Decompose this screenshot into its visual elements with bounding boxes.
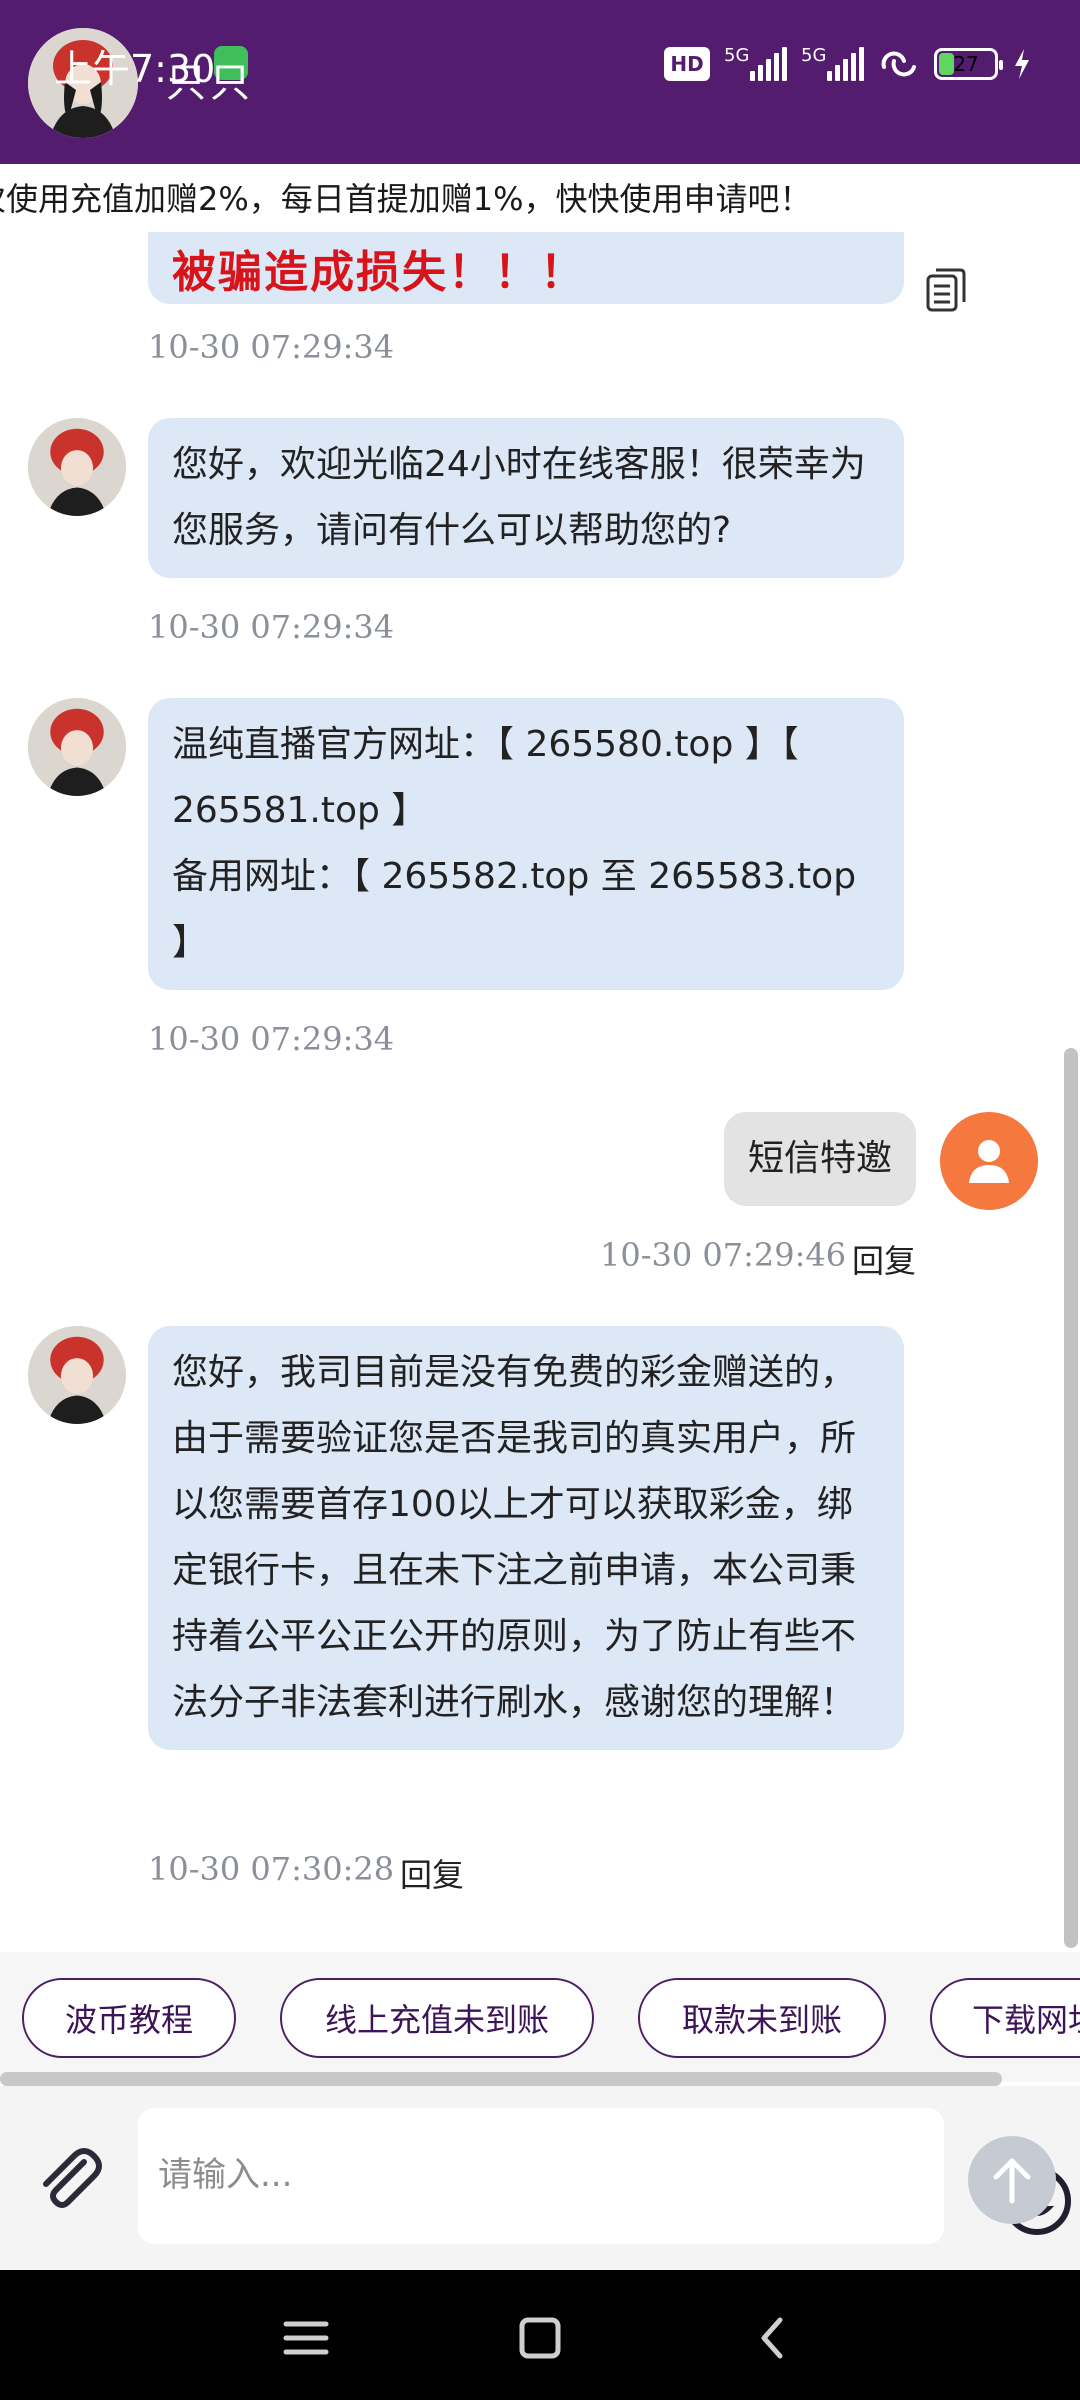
reply-button[interactable]: 回复 — [400, 1850, 464, 1896]
send-button[interactable] — [968, 2136, 1056, 2224]
user-message-bubble: 短信特邀 — [723, 1112, 916, 1206]
chat-scrollbar[interactable] — [1064, 1048, 1078, 1948]
chat-header: 上午7:30 只只 HD 5G 5G 27 — [0, 0, 1080, 164]
message-timestamp: 10-30 07:29:34 — [148, 328, 395, 366]
paperclip-icon[interactable] — [32, 2142, 106, 2216]
agent-avatar-small[interactable] — [28, 1326, 126, 1424]
battery-level: 27 — [953, 52, 979, 76]
message-bubble-links: 温纯直播官方网址：【 265580.top 】【 265581.top 】 备用… — [148, 698, 904, 990]
signal-icon-1: 5G — [724, 45, 787, 81]
copy-icon[interactable] — [924, 266, 968, 314]
hd-icon: HD — [664, 47, 710, 81]
announcement-marquee: 次使用充值加赠2%，每日首提加赠1%，快快使用申请吧！ — [0, 164, 1080, 232]
message-input-container — [138, 2108, 1071, 2244]
backup-url-text[interactable]: 备用网址：【 265582.top 至 265583.top 】 — [172, 844, 880, 976]
network-type-2: 5G — [801, 45, 827, 66]
quick-reply-chip[interactable]: 取款未到账 — [638, 1978, 886, 2058]
message-list[interactable]: 被骗造成损失！！！ 10-30 07:29:34 您好，欢迎光临24小时在线客服… — [0, 232, 1080, 1952]
message-text: 您好，欢迎光临24小时在线客服！很荣幸为您服务，请问有什么可以帮助您的? — [172, 444, 866, 551]
status-icons: HD 5G 5G 27 — [664, 44, 1032, 84]
message-timestamp: 10-30 07:29:34 — [148, 608, 395, 646]
message-bubble: 您好，欢迎光临24小时在线客服！很荣幸为您服务，请问有什么可以帮助您的? — [148, 418, 904, 578]
signal-icon-2: 5G — [801, 45, 864, 81]
official-url-text[interactable]: 温纯直播官方网址：【 265580.top 】【 265581.top 】 — [172, 712, 880, 844]
link-icon — [881, 51, 916, 77]
quick-reply-chip[interactable]: 下载网址 — [930, 1978, 1080, 2058]
user-avatar[interactable] — [940, 1112, 1038, 1210]
quick-reply-chip[interactable]: 线上充值未到账 — [280, 1978, 594, 2058]
agent-avatar-small[interactable] — [28, 698, 126, 796]
message-bubble: 您好，我司目前是没有免费的彩金赠送的，由于需要验证您是否是我司的真实用户，所以您… — [148, 1326, 904, 1750]
agent-avatar-small[interactable] — [28, 418, 126, 516]
message-timestamp: 10-30 07:29:34 — [148, 1020, 395, 1058]
quick-reply-chip[interactable]: 波币教程 — [22, 1978, 236, 2058]
network-type-1: 5G — [724, 45, 750, 66]
quick-reply-scrollbar[interactable] — [0, 2072, 1002, 2086]
warning-text: 被骗造成损失！！！ — [172, 247, 586, 298]
chat-title: 只只 — [166, 60, 254, 106]
reply-button[interactable]: 回复 — [852, 1236, 916, 1282]
quick-reply-bar: 波币教程 线上充值未到账 取款未到账 下载网址 — [0, 1952, 1080, 2082]
menu-icon[interactable] — [276, 2312, 336, 2364]
composer — [0, 2086, 1080, 2270]
message-timestamp: 10-30 07:30:28 — [148, 1850, 395, 1888]
back-icon[interactable] — [744, 2312, 804, 2364]
announcement-text: 次使用充值加赠2%，每日首提加赠1%，快快使用申请吧！ — [0, 180, 812, 218]
battery-icon: 27 — [934, 48, 1003, 80]
message-bubble-warning: 被骗造成损失！！！ — [148, 232, 904, 304]
message-timestamp: 10-30 07:29:46 — [600, 1236, 847, 1274]
message-input[interactable] — [158, 2140, 778, 2210]
home-icon[interactable] — [510, 2312, 570, 2364]
charging-icon — [1015, 49, 1029, 79]
chat-screen: 上午7:30 只只 HD 5G 5G 27 次使用充值加赠2%，每日首提加赠1%… — [0, 0, 1080, 2400]
system-navigation-bar — [0, 2270, 1080, 2400]
user-message-text: 短信特邀 — [747, 1138, 892, 1179]
message-text: 您好，我司目前是没有免费的彩金赠送的，由于需要验证您是否是我司的真实用户，所以您… — [172, 1352, 857, 1723]
person-icon — [969, 1140, 1009, 1183]
arrow-up-icon — [993, 2158, 1031, 2204]
